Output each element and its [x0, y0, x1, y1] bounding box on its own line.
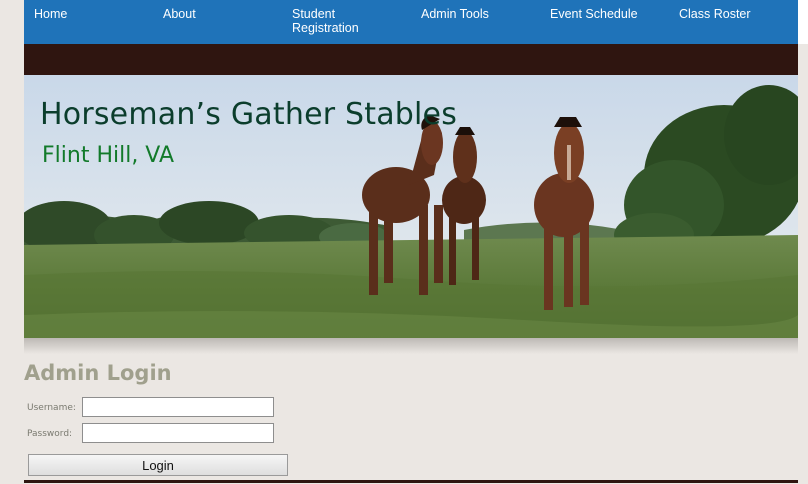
username-field[interactable] [82, 397, 274, 417]
nav-edge [798, 0, 808, 44]
password-label: Password: [27, 429, 73, 439]
password-field[interactable] [82, 423, 274, 443]
nav-link-student-registration[interactable]: Student Registration [292, 7, 359, 35]
right-margin [798, 44, 808, 484]
site-title: Horseman’s Gather Stables [40, 97, 458, 132]
username-label: Username: [27, 403, 76, 413]
main-nav: Home About Student Registration Admin To… [24, 0, 798, 44]
login-button[interactable]: Login [28, 454, 288, 476]
admin-login-heading: Admin Login [24, 361, 172, 385]
banner-shadow [24, 338, 798, 354]
header-banner: Horseman’s Gather Stables Flint Hill, VA [24, 75, 798, 338]
nav-link-admin-tools[interactable]: Admin Tools [421, 7, 489, 21]
header-divider-bar [24, 44, 798, 75]
nav-link-home[interactable]: Home [34, 7, 67, 21]
nav-link-class-roster[interactable]: Class Roster [679, 7, 751, 21]
nav-link-about[interactable]: About [163, 7, 196, 21]
nav-link-event-schedule[interactable]: Event Schedule [550, 7, 638, 21]
site-location: Flint Hill, VA [42, 143, 174, 168]
